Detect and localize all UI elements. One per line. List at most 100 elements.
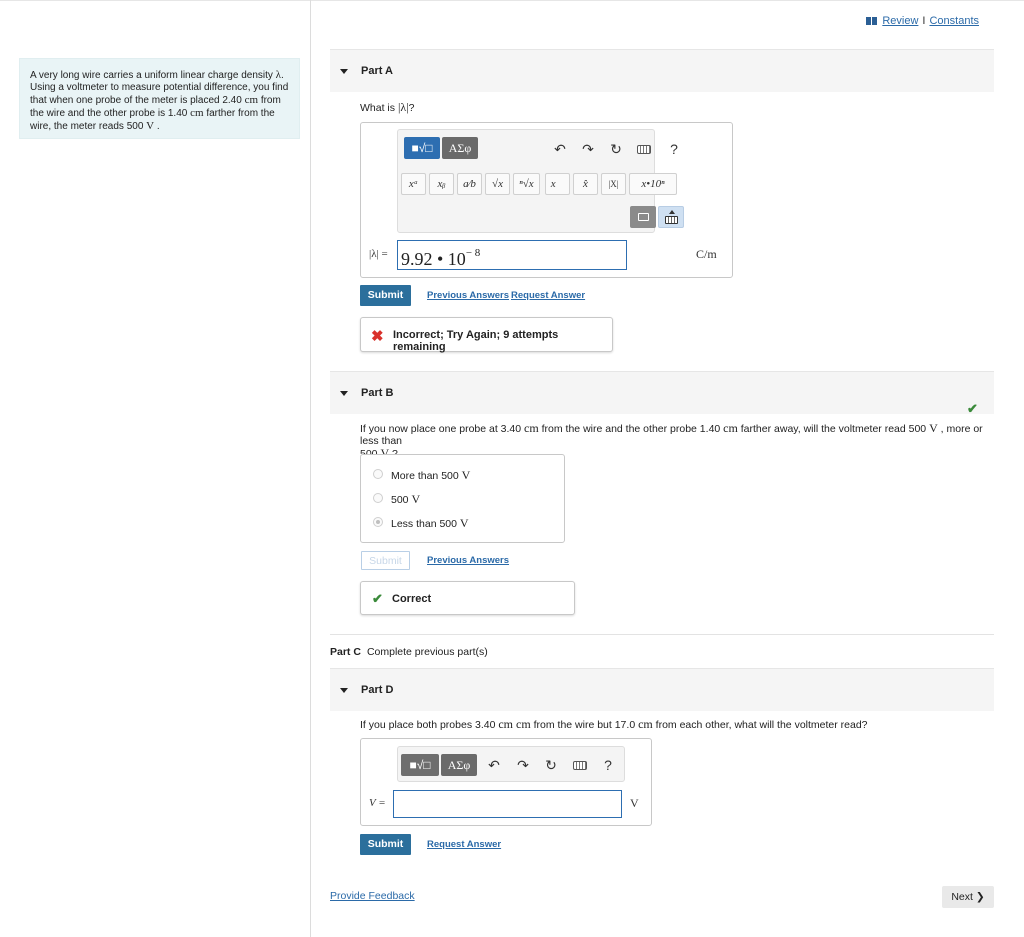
part-b-header[interactable]: Part B — [330, 371, 994, 414]
part-d-question: If you place both probes 3.40 cm cm from… — [360, 718, 868, 731]
reset-icon[interactable]: ↻ — [608, 141, 624, 157]
problem-unit-cm: cm — [244, 94, 259, 106]
question-unit: V — [929, 421, 938, 435]
collapse-caret-icon — [340, 688, 348, 693]
undo-icon[interactable]: ↶ — [486, 757, 502, 773]
part-b-options-box: More than 500 V 500 V Less than 500 V — [360, 454, 565, 543]
question-text: from each other, what will the voltmeter… — [652, 719, 868, 731]
absolute-value-button[interactable]: |X| — [601, 173, 626, 195]
part-a-feedback: ✖ Incorrect; Try Again; 9 attempts remai… — [360, 317, 613, 353]
part-a-answer-input[interactable]: 9.92 • 10− 8 — [397, 240, 627, 270]
error-x-icon: ✖ — [371, 328, 384, 345]
feedback-text: Correct — [392, 593, 432, 605]
link-separator: I — [922, 15, 926, 27]
sqrt-button[interactable]: √x — [485, 173, 510, 195]
part-a-request-answer-link[interactable]: Request Answer — [511, 290, 585, 301]
part-d-answer-box: ■√□ ΑΣφ ↶ ↷ ↻ ? V = V — [360, 738, 652, 826]
unit-vector-button[interactable]: x̂ — [573, 173, 598, 195]
templates-button[interactable]: ■√□ — [404, 137, 440, 159]
part-b-previous-answers-link[interactable]: Previous Answers — [427, 555, 509, 566]
problem-unit-v: V — [146, 120, 155, 132]
part-a-previous-answers-link[interactable]: Previous Answers — [427, 290, 509, 301]
question-text: If you place both probes 3.40 — [360, 719, 499, 731]
review-link[interactable]: Review — [882, 15, 918, 27]
completed-check-icon: ✔ — [967, 401, 978, 416]
radio-less-than[interactable] — [373, 517, 383, 527]
part-c-divider — [330, 634, 994, 635]
question-text: from the wire and the other probe 1.40 — [538, 423, 724, 435]
part-c-title: Part C — [330, 646, 361, 658]
backspace-icon — [638, 213, 649, 221]
part-a-header[interactable]: Part A — [330, 49, 994, 92]
question-text: from the wire but 17.0 — [530, 719, 639, 731]
part-c-row: Part C Complete previous part(s) — [330, 646, 488, 658]
part-a-submit-button[interactable]: Submit — [360, 285, 411, 306]
question-text: ? — [408, 102, 415, 114]
fraction-button[interactable]: a⁄b — [457, 173, 482, 195]
part-d-title: Part D — [361, 684, 394, 696]
undo-icon[interactable]: ↶ — [552, 141, 568, 157]
part-c-status: Complete previous part(s) — [366, 646, 488, 658]
keyboard-icon[interactable] — [573, 761, 587, 770]
part-a-question: What is |λ|? — [360, 101, 414, 114]
option-text: More than 500 — [391, 470, 462, 482]
math-toolbar: ■√□ ΑΣφ ↶ ↷ ↻ ? — [397, 746, 625, 782]
feedback-text: Incorrect; Try Again; 9 attempts remaini… — [393, 329, 559, 353]
provide-feedback-link[interactable]: Provide Feedback — [330, 890, 415, 902]
radio-more-than[interactable] — [373, 469, 383, 479]
nth-root-button[interactable]: ⁿ√x — [513, 173, 540, 195]
correct-check-icon: ✔ — [372, 591, 383, 606]
answer-exponent: − 8 — [465, 247, 481, 259]
power-button[interactable]: xᵃ — [401, 173, 426, 195]
templates-button[interactable]: ■√□ — [401, 754, 439, 776]
part-a-title: Part A — [361, 65, 393, 77]
collapse-caret-icon — [340, 391, 348, 396]
problem-text-1: A very long wire carries a uniform linea… — [30, 70, 276, 81]
part-b-title: Part B — [361, 387, 394, 399]
option-text: Less than 500 — [391, 518, 460, 530]
book-icon — [866, 17, 878, 26]
next-button[interactable]: Next ❯ — [942, 886, 994, 908]
show-keyboard-button[interactable] — [658, 206, 684, 228]
redo-icon[interactable]: ↷ — [580, 141, 596, 157]
arrow-up-icon — [669, 210, 675, 214]
question-unit: cm — [638, 717, 653, 731]
top-links: Review I Constants — [866, 15, 979, 27]
keyboard-icon[interactable] — [637, 145, 651, 154]
answer-label: |λ| = — [369, 248, 388, 260]
help-icon[interactable]: ? — [600, 757, 616, 773]
keyboard-icon — [665, 216, 678, 224]
collapse-caret-icon — [340, 69, 348, 74]
help-icon[interactable]: ? — [666, 141, 682, 157]
top-border — [0, 0, 1024, 1]
part-d-request-answer-link[interactable]: Request Answer — [427, 839, 501, 850]
constants-link[interactable]: Constants — [929, 15, 979, 27]
option-label-less-than: Less than 500 V — [391, 516, 469, 531]
column-divider — [310, 0, 311, 937]
radio-equal[interactable] — [373, 493, 383, 503]
part-b-submit-button[interactable]: Submit — [361, 551, 410, 570]
question-unit: cm cm — [498, 717, 531, 731]
question-unit: cm — [723, 421, 738, 435]
part-a-answer-box: ■√□ ΑΣφ ↶ ↷ ↻ ? xᵃ xᵦ a⁄b √x ⁿ√x x⃗ x̂ |… — [360, 122, 733, 278]
vector-button[interactable]: x⃗ — [545, 173, 570, 195]
answer-unit: V — [630, 796, 639, 810]
scientific-notation-button[interactable]: x•10ⁿ — [629, 173, 677, 195]
option-unit: V — [461, 468, 471, 482]
redo-icon[interactable]: ↷ — [515, 757, 531, 773]
backspace-button[interactable] — [630, 206, 656, 228]
option-unit: V — [459, 516, 469, 530]
greek-symbols-button[interactable]: ΑΣφ — [441, 754, 477, 776]
problem-unit-cm: cm — [190, 107, 204, 119]
part-d-header[interactable]: Part D — [330, 668, 994, 711]
option-text: 500 — [391, 494, 412, 506]
question-text: farther away, will the voltmeter read 50… — [737, 423, 930, 435]
question-text: If you now place one probe at 3.40 — [360, 423, 525, 435]
answer-mantissa: 9.92 • 10 — [401, 249, 466, 269]
greek-symbols-button[interactable]: ΑΣφ — [442, 137, 478, 159]
reset-icon[interactable]: ↻ — [543, 757, 559, 773]
question-text: What is — [360, 102, 398, 114]
part-d-answer-input[interactable] — [393, 790, 622, 818]
subscript-button[interactable]: xᵦ — [429, 173, 454, 195]
part-d-submit-button[interactable]: Submit — [360, 834, 411, 855]
